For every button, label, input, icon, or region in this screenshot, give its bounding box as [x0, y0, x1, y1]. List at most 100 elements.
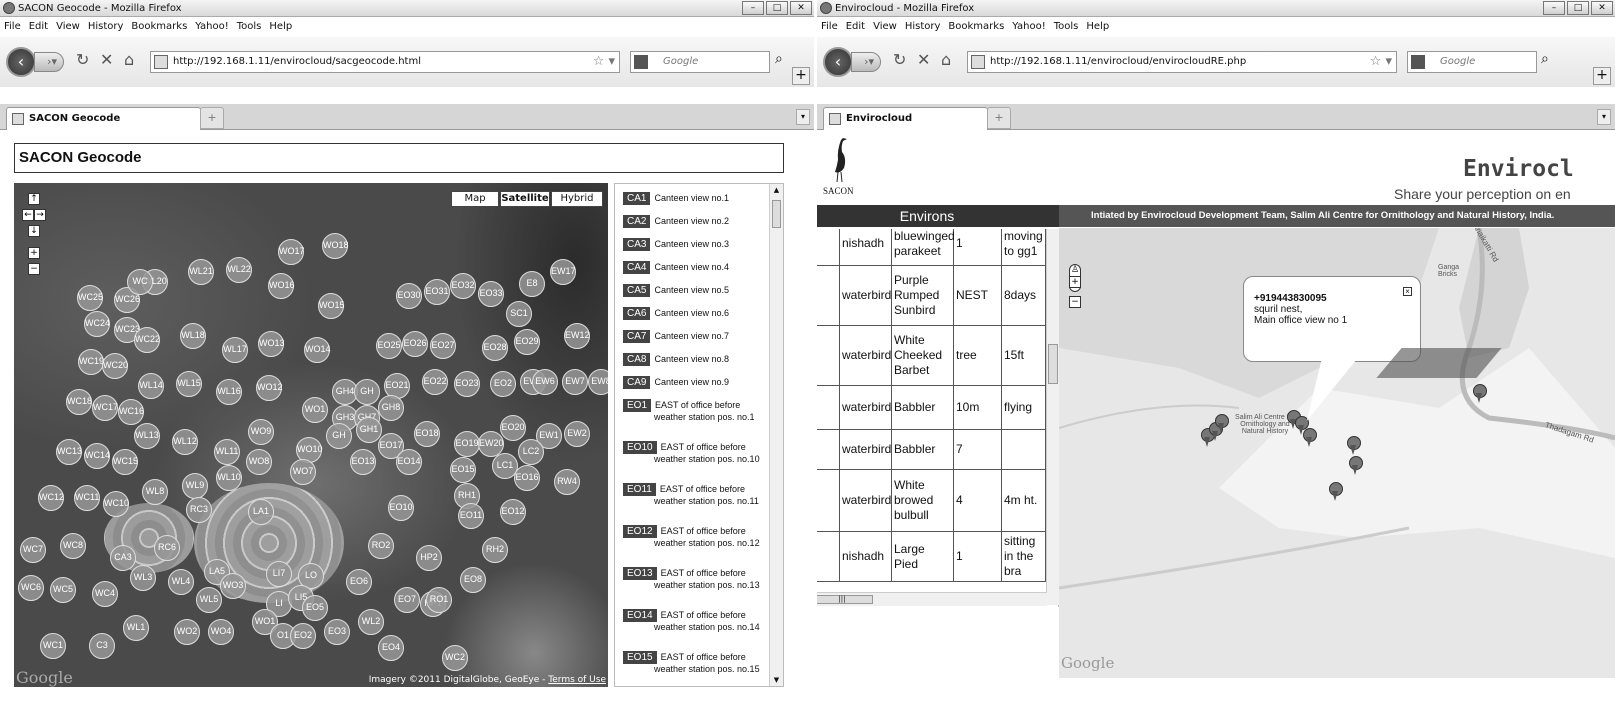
pan-up-button[interactable]: ↑ — [28, 193, 40, 205]
new-tab-button[interactable]: + — [987, 107, 1011, 129]
menu-edit[interactable]: Edit — [29, 18, 48, 36]
map-marker[interactable]: EO19 — [454, 431, 480, 457]
satellite-map[interactable]: ↑ ← → ↓ + − Map Satellite Hybrid WO17 WO1… — [14, 183, 608, 687]
scroll-up-icon[interactable]: ▲ — [770, 184, 783, 196]
map-marker[interactable]: WC24 — [84, 311, 110, 337]
map-marker[interactable]: WC2 — [442, 645, 468, 671]
tab-list-button[interactable]: ▾ — [1597, 109, 1611, 125]
list-item[interactable]: EO14 EAST of office before weather station… — [623, 609, 760, 632]
map-marker[interactable]: RW4 — [554, 469, 580, 495]
search-box[interactable]: Google — [630, 51, 770, 73]
map-marker[interactable]: GH — [326, 423, 352, 449]
tab-sacon-geocode[interactable]: SACON Geocode — [6, 107, 201, 130]
list-item[interactable]: EO12 EAST of office before weather station… — [623, 525, 760, 548]
list-item[interactable]: CA9 Canteen view no.9 — [623, 376, 729, 389]
map-marker[interactable]: EO16 — [514, 465, 540, 491]
list-item[interactable]: EO11 EAST of office before weather station… — [623, 483, 759, 506]
reload-icon[interactable]: ↻ — [76, 50, 89, 69]
map-marker[interactable]: WL22 — [226, 257, 252, 283]
map-pin-icon[interactable] — [1303, 428, 1317, 448]
map-marker[interactable]: EO4 — [378, 635, 404, 661]
map-marker[interactable]: WL5 — [196, 587, 222, 613]
map-marker[interactable]: EW12 — [564, 323, 590, 349]
list-item[interactable]: CA3 Canteen view no.3 — [623, 238, 729, 251]
zoom-out-button[interactable]: − — [1069, 296, 1081, 308]
map-marker[interactable]: EO18 — [414, 421, 440, 447]
map-marker[interactable]: EW8 — [588, 369, 608, 395]
map-marker[interactable]: EW6 — [532, 369, 558, 395]
menu-bookmarks[interactable]: Bookmarks — [948, 18, 1004, 36]
map-marker[interactable]: WL2 — [358, 609, 384, 635]
terms-of-use-link[interactable]: Terms of Use — [548, 675, 606, 685]
map-marker[interactable]: WL11 — [214, 439, 240, 465]
home-icon[interactable]: ⌂ — [124, 50, 134, 69]
map-marker[interactable]: EO3 — [324, 619, 350, 645]
map-marker[interactable]: WC14 — [84, 443, 110, 469]
map-marker[interactable]: WL21 — [188, 259, 214, 285]
map-marker[interactable]: RC6 — [154, 535, 180, 561]
map-marker[interactable]: WO2 — [174, 619, 200, 645]
map-marker[interactable]: WO3 — [220, 573, 246, 599]
search-icon[interactable]: ⌕ — [775, 51, 783, 67]
stop-icon[interactable]: ✕ — [917, 50, 930, 69]
pan-left-button[interactable]: ← — [22, 209, 34, 221]
map-marker[interactable]: WO16 — [268, 273, 295, 299]
map-marker[interactable]: EO29 — [514, 329, 540, 355]
map-marker[interactable]: E8 — [519, 271, 545, 297]
map-marker[interactable]: WO13 — [258, 331, 285, 357]
back-button[interactable]: ‹ — [823, 47, 853, 77]
map-pin-icon[interactable] — [1347, 436, 1361, 456]
table-horizontal-scrollbar[interactable]: ||| — [817, 592, 1047, 606]
map-marker[interactable]: WL8 — [142, 479, 168, 505]
map-marker[interactable]: WC10 — [103, 491, 129, 517]
search-engine-icon[interactable] — [1411, 55, 1425, 69]
list-item[interactable]: EO15 EAST of office before weather station… — [623, 651, 760, 674]
map-marker[interactable]: WL9 — [182, 473, 208, 499]
map-marker[interactable]: WL13 — [134, 423, 160, 449]
map-marker[interactable]: EO12 — [500, 499, 526, 525]
map-marker[interactable]: RH2 — [482, 537, 508, 563]
map-marker[interactable]: GH8 — [378, 395, 404, 421]
list-scrollbar[interactable]: ▲ ▼ — [769, 184, 783, 686]
scroll-thumb[interactable] — [1048, 344, 1058, 384]
road-map[interactable]: ♙ + − Ganga Bricks Salim Ali Centre for … — [1059, 228, 1615, 678]
map-type-hybrid[interactable]: Hybrid — [551, 191, 603, 207]
close-button[interactable]: ✕ — [790, 1, 812, 15]
map-marker[interactable]: WO15 — [318, 293, 345, 319]
menu-file[interactable]: File — [821, 18, 838, 36]
menu-help[interactable]: Help — [1086, 18, 1109, 36]
map-type-map[interactable]: Map — [451, 191, 499, 207]
menu-edit[interactable]: Edit — [846, 18, 865, 36]
search-engine-icon[interactable] — [634, 55, 648, 69]
map-marker[interactable]: WC20 — [102, 353, 128, 379]
map-marker[interactable]: WL3 — [130, 565, 156, 591]
map-marker[interactable]: EO2 — [490, 371, 516, 397]
map-pin-icon[interactable] — [1349, 456, 1363, 476]
map-marker[interactable]: EO6 — [346, 569, 372, 595]
maximize-button[interactable]: □ — [766, 1, 788, 15]
map-marker[interactable]: EO15 — [450, 457, 476, 483]
table-vertical-scrollbar[interactable] — [1046, 229, 1059, 605]
map-marker[interactable]: EO11 — [458, 503, 484, 529]
forward-button[interactable]: ›▾ — [34, 52, 64, 72]
map-marker[interactable]: WC4 — [92, 581, 118, 607]
map-marker[interactable]: EO10 — [388, 495, 414, 521]
map-marker[interactable]: LA1 — [248, 499, 274, 525]
reload-icon[interactable]: ↻ — [893, 50, 906, 69]
pan-down-button[interactable]: ↓ — [28, 225, 40, 237]
map-marker[interactable]: WO9 — [248, 419, 274, 445]
list-item[interactable]: CA4 Canteen view no.4 — [623, 261, 729, 274]
map-marker[interactable]: EO31 — [424, 279, 450, 305]
menu-yahoo[interactable]: Yahoo! — [1012, 18, 1045, 36]
map-marker[interactable]: WC25 — [77, 285, 103, 311]
tab-envirocloud[interactable]: Envirocloud — [823, 107, 988, 130]
map-marker[interactable]: WL4 — [168, 569, 194, 595]
map-marker[interactable]: RO2 — [368, 533, 394, 559]
menu-file[interactable]: File — [4, 18, 21, 36]
scroll-down-icon[interactable]: ▼ — [770, 674, 783, 686]
map-marker[interactable]: EO28 — [482, 335, 508, 361]
map-marker[interactable]: WC5 — [50, 577, 76, 603]
map-marker[interactable]: WL17 — [222, 337, 248, 363]
map-marker[interactable]: HP2 — [416, 545, 442, 571]
map-marker[interactable]: CA3 — [110, 545, 136, 571]
